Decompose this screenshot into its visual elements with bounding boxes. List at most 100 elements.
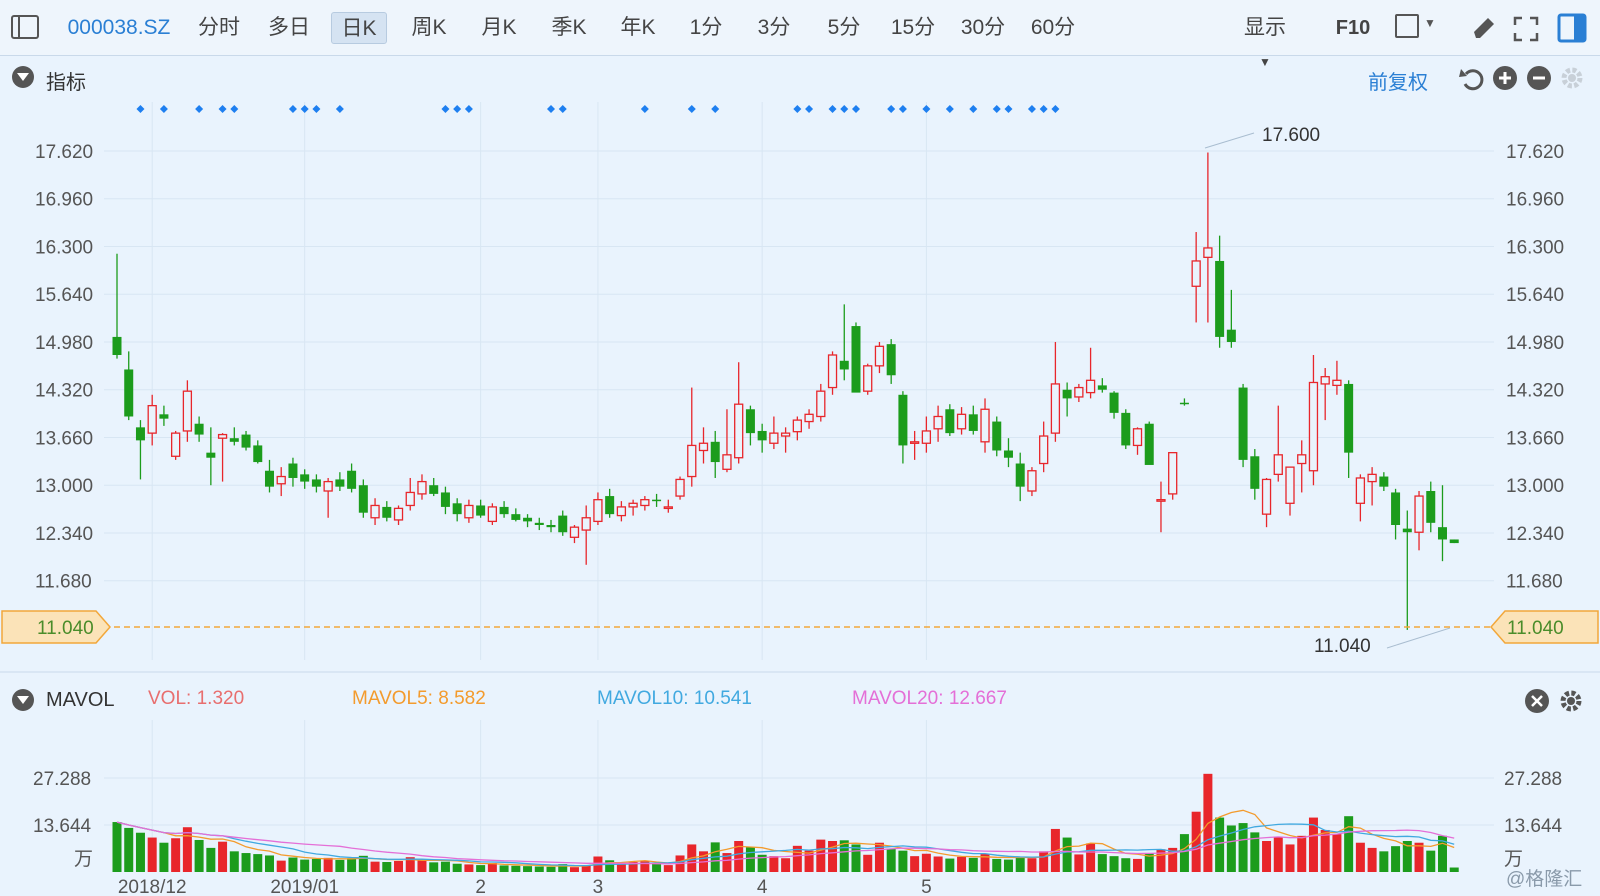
close-panel-icon[interactable] [1524,688,1550,714]
candle-body [124,369,134,417]
volume-bar [182,827,192,872]
event-marker [828,105,837,113]
volume-bar [1367,847,1377,872]
candle-body [1297,454,1307,465]
candle-body [440,492,450,507]
event-marker [464,105,473,113]
volume-bar [1097,854,1107,872]
candle-body [980,408,990,443]
volume-bar [1355,842,1365,872]
price-axis-label-right: 13.660 [1506,428,1564,449]
candle-body [1062,389,1072,399]
volume-bar [335,859,345,872]
x-axis-label: 3 [593,877,604,896]
price-axis-label-left: 11.680 [35,572,92,593]
price-axis-label-left: 14.980 [35,333,93,354]
candle-body [511,514,521,520]
candle-body [792,419,802,433]
candle-body [1437,527,1447,540]
volume-bar [804,850,814,872]
volume-bar [816,839,826,872]
volume-bar [745,847,755,872]
candle-body [839,360,849,370]
candle-body [546,525,556,528]
candle-body [417,480,427,495]
volume-bar [1133,858,1143,872]
volume-bar [945,858,955,872]
candle-body [112,336,122,355]
volume-axis-label-left: 13.644 [33,816,92,837]
volume-bar [1426,850,1436,872]
candle-body [370,504,380,519]
candle-body [358,485,368,513]
candle-body [851,326,861,393]
volume-bar [1379,851,1389,872]
volume-bar [734,840,744,872]
volume-bar [1449,867,1459,872]
volume-collapse-icon[interactable] [12,689,34,711]
volume-bar [1344,816,1354,872]
candle-body [769,432,779,444]
candle-body [827,354,838,389]
volume-bar [229,851,239,872]
volume-bar [1320,829,1330,872]
event-marker [558,105,567,113]
volume-bar [323,857,333,872]
candle-body [1097,385,1107,390]
candle-body [194,423,204,435]
volume-bar [1414,842,1424,872]
event-marker [945,105,954,113]
volume-bar [910,856,920,872]
volume-bar [1109,856,1119,872]
candle-body [710,441,720,463]
candle-body [945,409,955,434]
candle-body [499,506,509,515]
volume-bar [1121,858,1131,872]
candle-body [1261,478,1272,515]
price-axis-label-left: 13.000 [35,476,93,497]
volume-bar [957,856,967,872]
volume-bar [933,856,943,872]
candle-body [1414,495,1424,533]
price-axis-label-right: 11.680 [1506,572,1563,593]
event-marker [312,105,321,113]
candle-body [487,506,498,523]
price-axis-label-right: 12.340 [1506,524,1564,545]
volume-bar [1003,859,1013,872]
event-marker [300,105,309,113]
volume-settings-gear-icon[interactable] [1557,687,1585,715]
candle-body [335,479,345,487]
candle-body [1168,452,1178,495]
candle-body [1144,423,1154,465]
x-axis-label: 2 [475,877,486,896]
volume-bar [652,863,662,872]
candle-body [616,506,627,517]
event-marker [922,105,931,113]
mavol20-legend-value: 12.667 [948,688,1007,709]
candle-body [1039,435,1049,465]
candle-body [452,503,462,515]
candle-body [675,478,685,497]
price-tag-right-label: 11.040 [1507,618,1564,639]
candle-body [1203,247,1213,258]
event-marker [969,105,978,113]
volume-bar [1262,840,1272,872]
candle-body [1402,528,1412,533]
candle-body [1449,539,1459,544]
volume-bar [1027,858,1037,872]
volume-bar [1215,817,1225,872]
event-marker [335,105,344,113]
price-axis-label-right: 16.960 [1506,190,1564,211]
volume-bar [898,850,908,872]
volume-bar [440,861,450,872]
event-marker [159,105,168,113]
candle-body [1109,392,1119,413]
volume-bar [781,858,791,872]
event-marker [136,105,145,113]
price-axis-label-left: 17.620 [35,142,93,163]
volume-unit-left: 万 [74,849,94,870]
candle-body [1027,470,1037,492]
candle-body [780,432,791,437]
event-marker [441,105,450,113]
candle-body [288,463,298,478]
